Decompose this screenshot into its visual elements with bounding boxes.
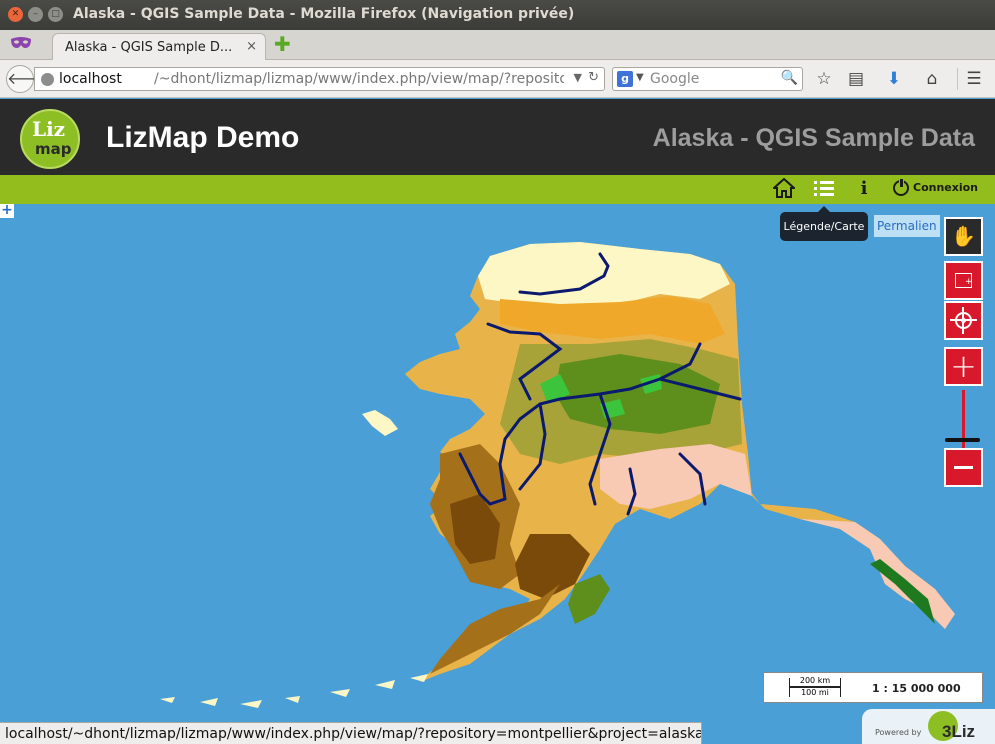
hand-icon: ✋ [951, 224, 976, 248]
map-canvas[interactable]: + Légende/Carte Permalien ✋ + + 200 km 1… [0, 204, 995, 744]
url-host: localhost [59, 71, 122, 87]
info-icon[interactable]: i [852, 178, 876, 200]
globe-icon [41, 73, 54, 86]
app-title: LizMap Demo [106, 121, 300, 154]
scale-value: 1 : 15 000 000 [872, 682, 961, 695]
url-dropdown-icon[interactable]: ▼ [574, 71, 582, 84]
permalink-button[interactable]: Permalien [874, 215, 940, 237]
url-path: /~dhont/lizmap/lizmap/www/index.php/view… [154, 71, 564, 87]
logo-text-map: map [35, 140, 72, 158]
google-icon[interactable]: g [617, 71, 633, 87]
private-browsing-icon [11, 37, 31, 48]
zoom-in-button[interactable]: + [944, 347, 983, 386]
powered-by-label: Powered by [875, 728, 922, 737]
login-button[interactable]: Connexion [893, 178, 979, 196]
scale-box: 200 km 100 mi 1 : 15 000 000 [763, 672, 983, 703]
window-minimize-button[interactable]: – [28, 7, 43, 22]
window-maximize-button[interactable]: □ [48, 7, 63, 22]
new-tab-button[interactable]: ✚ [274, 34, 291, 54]
back-button[interactable]: 🡐 [6, 65, 50, 93]
reload-icon[interactable]: ↻ [588, 70, 599, 85]
lizmap-header: Liz map LizMap Demo Alaska - QGIS Sample… [0, 99, 995, 175]
project-title: Alaska - QGIS Sample Data [652, 124, 975, 152]
powered-by-badge[interactable]: Powered by 3Liz [862, 709, 995, 744]
legend-list-icon[interactable] [812, 178, 836, 200]
zoom-box-button[interactable]: + [944, 261, 983, 300]
window-titlebar: ✕ – □ Alaska - QGIS Sample Data - Mozill… [0, 0, 995, 30]
tab-close-icon[interactable]: × [246, 39, 257, 54]
navigation-bar: 🡐 localhost /~dhont/lizmap/lizmap/www/in… [0, 60, 995, 98]
tab-strip: Alaska - QGIS Sample D... × ✚ [0, 30, 995, 61]
lizmap-logo[interactable]: Liz map [20, 109, 80, 169]
minus-icon [954, 466, 973, 469]
url-bar[interactable]: localhost /~dhont/lizmap/lizmap/www/inde… [34, 67, 605, 91]
scale-line-km: 200 km [789, 677, 841, 687]
aleutian-islands [160, 674, 428, 708]
legend-tooltip: Légende/Carte [780, 206, 868, 241]
search-icon[interactable]: 🔍 [781, 70, 798, 86]
menu-icon[interactable]: ☰ [963, 68, 985, 90]
search-engine-dropdown-icon[interactable]: ▼ [636, 72, 644, 83]
toolbar-separator [957, 68, 958, 90]
tab-title: Alaska - QGIS Sample D... [65, 40, 233, 55]
expand-panel-button[interactable]: + [0, 204, 14, 218]
geolocate-button[interactable] [944, 301, 983, 340]
login-label: Connexion [913, 181, 979, 194]
pan-tool-button[interactable]: ✋ [944, 217, 983, 256]
download-icon[interactable]: ⬇ [883, 68, 905, 90]
powered-by-name: 3Liz [942, 722, 976, 741]
power-icon [893, 178, 909, 196]
search-bar[interactable]: g ▼ Google 🔍 [612, 67, 803, 91]
search-input[interactable]: Google [650, 71, 699, 87]
window-title: Alaska - QGIS Sample Data - Mozilla Fire… [73, 6, 575, 22]
st-lawrence-island [362, 410, 398, 436]
logo-text-liz: Liz [32, 117, 66, 141]
bookmark-star-icon[interactable]: ☆ [813, 68, 835, 90]
tab-active[interactable]: Alaska - QGIS Sample D... × [52, 33, 266, 61]
alaska-map [160, 242, 955, 708]
lizmap-menubar: i Connexion [0, 175, 995, 204]
scale-line-mi: 100 mi [789, 687, 841, 697]
reading-list-icon[interactable]: ▤ [845, 68, 867, 90]
zoom-out-button[interactable] [944, 448, 983, 487]
window-close-button[interactable]: ✕ [8, 7, 23, 22]
home-icon[interactable] [771, 177, 797, 200]
zoom-slider-handle[interactable] [945, 438, 980, 442]
status-bar-url: localhost/~dhont/lizmap/lizmap/www/index… [0, 722, 702, 744]
home-icon[interactable]: ⌂ [921, 68, 943, 90]
